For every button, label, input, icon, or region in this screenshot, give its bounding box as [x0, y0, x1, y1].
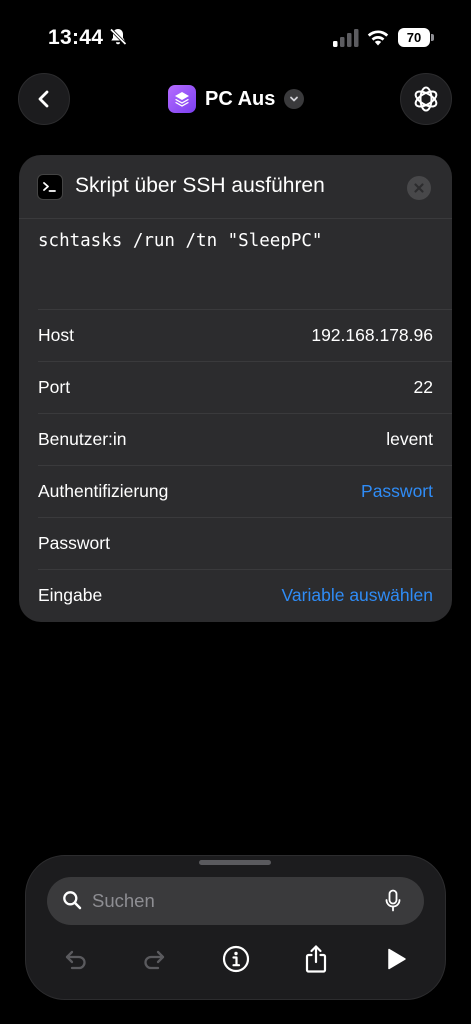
row-input[interactable]: Eingabe Variable auswählen [19, 569, 452, 621]
battery-icon: 70 [398, 28, 434, 47]
bell-slash-icon [109, 28, 127, 46]
undo-icon [65, 950, 86, 970]
script-text-field[interactable]: schtasks /run /tn "SleepPC" [38, 231, 438, 301]
port-value[interactable]: 22 [414, 361, 433, 413]
row-label: Benutzer:in [38, 429, 127, 449]
row-label: Passwort [38, 533, 110, 553]
page-title: PC Aus [205, 87, 276, 110]
action-title: Skript über SSH ausführen [75, 174, 325, 197]
row-host[interactable]: Host 192.168.178.96 [19, 309, 452, 361]
redo-icon [144, 950, 165, 970]
info-button[interactable] [218, 941, 254, 977]
battery-cap [431, 34, 434, 41]
wifi-icon [367, 30, 389, 46]
redo-button[interactable] [137, 941, 173, 977]
user-value[interactable]: levent [386, 413, 433, 465]
terminal-icon [37, 174, 63, 200]
action-header: Skript über SSH ausführen [19, 155, 452, 219]
row-label: Port [38, 377, 71, 397]
search-icon [63, 891, 82, 910]
back-chevron-icon [38, 90, 49, 108]
play-icon [388, 948, 406, 970]
search-field[interactable]: Suchen [47, 877, 424, 925]
divider [38, 361, 452, 362]
microphone-icon[interactable] [384, 889, 402, 913]
row-port[interactable]: Port 22 [19, 361, 452, 413]
battery-percent: 70 [406, 30, 422, 45]
ssh-action-card: Skript über SSH ausführen schtasks /run … [19, 155, 452, 622]
host-value[interactable]: 192.168.178.96 [311, 309, 433, 361]
row-user[interactable]: Benutzer:in levent [19, 413, 452, 465]
authentication-picker[interactable]: Passwort [361, 465, 433, 517]
select-variable-button[interactable]: Variable auswählen [282, 569, 433, 621]
shortcut-layers-icon [168, 85, 196, 113]
run-button[interactable] [378, 941, 414, 977]
share-button[interactable] [298, 941, 334, 977]
row-label: Authentifizierung [38, 481, 169, 501]
share-icon [305, 945, 327, 973]
row-label: Eingabe [38, 585, 103, 605]
chevron-down-icon [284, 89, 305, 109]
status-time: 13:44 [48, 26, 104, 49]
cellular-signal-icon [333, 29, 359, 47]
row-authentication[interactable]: Authentifizierung Passwort [19, 465, 452, 517]
row-password[interactable]: Passwort [19, 517, 452, 569]
battery-body: 70 [398, 28, 430, 47]
close-icon[interactable] [407, 176, 431, 200]
settings-button[interactable] [400, 73, 452, 125]
search-input[interactable]: Suchen [92, 877, 155, 925]
drag-handle[interactable] [199, 860, 271, 865]
back-button[interactable] [18, 73, 70, 125]
divider [19, 218, 452, 219]
shortcut-title-menu[interactable]: PC Aus [168, 85, 305, 113]
row-label: Host [38, 325, 74, 345]
info-icon [222, 945, 250, 973]
undo-button[interactable] [57, 941, 93, 977]
status-bar: 13:44 70 [0, 0, 471, 76]
settings-flower-icon [414, 86, 438, 112]
